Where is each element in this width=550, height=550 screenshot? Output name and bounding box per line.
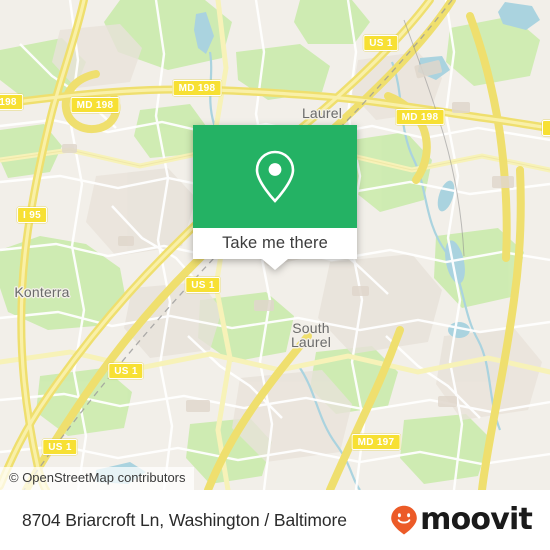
take-me-there-callout[interactable]: Take me there — [193, 125, 357, 270]
shield-i-95: I 95 — [17, 207, 47, 223]
place-label-south-laurel: South Laurel — [290, 320, 332, 350]
shield-md-198-left-clipped: 198 — [0, 94, 23, 110]
map-pin-icon — [255, 150, 295, 203]
callout-tail — [262, 259, 288, 270]
address-label: 8704 Briarcroft Ln, Washington / Baltimo… — [22, 509, 347, 530]
shield-md-198-center: MD 198 — [172, 80, 222, 96]
moovit-logo[interactable]: moovit — [390, 502, 533, 537]
shield-md-197: MD 197 — [351, 434, 401, 450]
shield-right-clipped — [542, 120, 550, 136]
callout-pin-panel — [193, 125, 357, 228]
place-label-konterra: Konterra — [14, 284, 70, 300]
moovit-smiley-pin-icon — [391, 505, 417, 535]
place-label-laurel: Laurel — [301, 105, 343, 121]
moovit-wordmark: moovit — [420, 502, 533, 537]
osm-attribution[interactable]: © OpenStreetMap contributors — [0, 467, 194, 490]
footer-bar: 8704 Briarcroft Ln, Washington / Baltimo… — [0, 490, 550, 550]
take-me-there-label: Take me there — [222, 234, 328, 252]
shield-us-1-north: US 1 — [363, 35, 399, 51]
moovit-map-screenshot: Laurel Konterra South Laurel US 1 198 MD… — [0, 0, 550, 550]
shield-us-1-bottom: US 1 — [42, 439, 78, 455]
shield-us-1-mid: US 1 — [185, 277, 221, 293]
shield-us-1-lower: US 1 — [108, 363, 144, 379]
callout-action-panel[interactable]: Take me there — [193, 228, 357, 259]
shield-md-198-west: MD 198 — [70, 97, 120, 113]
shield-md-198-east: MD 198 — [395, 109, 445, 125]
map-canvas[interactable]: Laurel Konterra South Laurel US 1 198 MD… — [0, 0, 550, 490]
